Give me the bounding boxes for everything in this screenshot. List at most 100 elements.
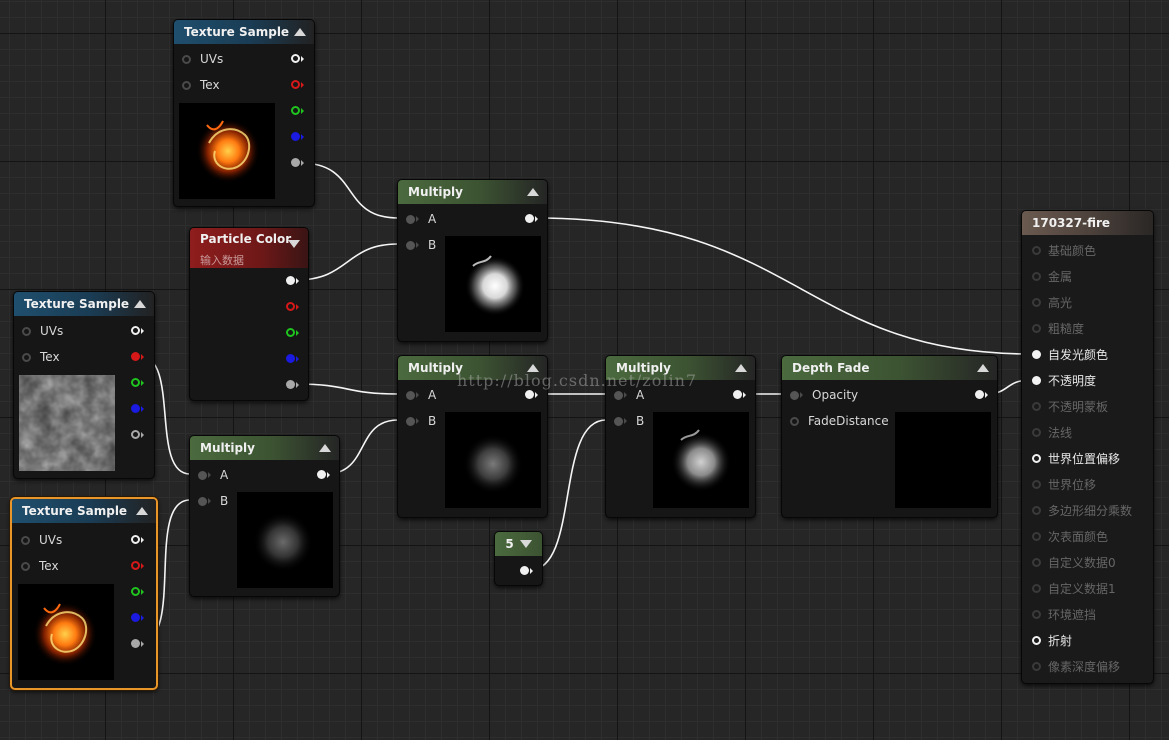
a-input-pin-icon[interactable] — [614, 390, 623, 400]
material-input-pin-icon[interactable] — [1032, 609, 1041, 619]
tex-input-pin-icon[interactable] — [22, 352, 31, 362]
material-input-pin-icon[interactable] — [1032, 557, 1041, 567]
material-input-pin-icon[interactable] — [1032, 531, 1041, 541]
material-pin-label: 自发光颜色 — [1048, 347, 1109, 362]
material-input-pin-icon[interactable] — [1032, 401, 1041, 411]
rgb-output-pin-icon[interactable] — [131, 326, 144, 335]
material-input-pin-icon[interactable] — [1032, 583, 1041, 593]
material-input-pin-icon[interactable] — [1032, 297, 1041, 307]
red-output-pin-icon[interactable] — [131, 561, 144, 570]
material-input-pin-icon[interactable] — [1032, 453, 1041, 463]
expand-arrow-icon[interactable] — [288, 240, 300, 248]
texture-sample-node-top[interactable]: Texture Sample UVs Tex — [173, 19, 315, 207]
material-pin-row: 不透明度 — [1032, 371, 1096, 389]
material-input-pin-icon[interactable] — [1032, 479, 1041, 489]
blue-output-pin-icon[interactable] — [286, 354, 299, 363]
a-input-pin-icon[interactable] — [406, 390, 415, 400]
tex-input-pin-icon[interactable] — [21, 561, 30, 571]
alpha-output-pin-icon[interactable] — [286, 380, 299, 389]
material-input-pin-icon[interactable] — [1032, 505, 1041, 515]
opacity-input-pin-icon[interactable] — [790, 390, 799, 400]
material-result-node[interactable]: 170327-fire 基础颜色 金属 高光 粗糙度 自发光颜色 不透明度 不透明蒙板 法线世… — [1021, 210, 1154, 684]
green-output-pin-icon[interactable] — [286, 328, 299, 337]
node-header[interactable]: Multiply — [398, 356, 547, 380]
a-input-pin-icon[interactable] — [198, 470, 207, 480]
rgb-output-pin-icon[interactable] — [131, 535, 144, 544]
depth-fade-node[interactable]: Depth Fade Opacity FadeDistance — [781, 355, 998, 518]
node-title: 170327-fire — [1032, 216, 1111, 230]
output-pin-icon[interactable] — [525, 214, 538, 223]
material-input-pin-icon[interactable] — [1032, 323, 1041, 333]
node-header[interactable]: Texture Sample — [174, 20, 314, 44]
texture-sample-node-middle[interactable]: Texture Sample UVs Tex — [13, 291, 155, 479]
output-pin-icon[interactable] — [733, 390, 746, 399]
blue-output-pin-icon[interactable] — [131, 613, 144, 622]
multiply-node-top[interactable]: Multiply A B — [397, 179, 548, 342]
material-input-pin-icon[interactable] — [1032, 245, 1041, 255]
red-output-pin-icon[interactable] — [131, 352, 144, 361]
b-input-pin-icon[interactable] — [406, 416, 415, 426]
material-input-pin-icon[interactable] — [1032, 635, 1041, 645]
collapse-arrow-icon[interactable] — [294, 28, 306, 36]
multiply-node-right[interactable]: Multiply A B — [605, 355, 756, 518]
material-pin-row: 环境遮挡 — [1032, 605, 1096, 623]
texture-sample-node-bottom[interactable]: Texture Sample UVs Tex — [10, 497, 158, 690]
red-output-pin-icon[interactable] — [291, 80, 304, 89]
output-pin-icon[interactable] — [317, 470, 330, 479]
output-pin-icon[interactable] — [975, 390, 988, 399]
collapse-arrow-icon[interactable] — [319, 444, 331, 452]
material-input-pin-icon[interactable] — [1032, 271, 1041, 281]
b-input-pin-icon[interactable] — [614, 416, 623, 426]
particle-color-node[interactable]: Particle Color 输入数据 — [189, 227, 309, 401]
node-header[interactable]: 170327-fire — [1022, 211, 1153, 235]
collapse-arrow-icon[interactable] — [527, 188, 539, 196]
node-header[interactable]: Multiply — [190, 436, 339, 460]
blue-output-pin-icon[interactable] — [131, 404, 144, 413]
rgb-output-pin-icon[interactable] — [291, 54, 304, 63]
collapse-arrow-icon[interactable] — [136, 507, 148, 515]
blue-output-pin-icon[interactable] — [291, 132, 304, 141]
constant-node[interactable]: 5 — [494, 531, 543, 586]
alpha-output-pin-icon[interactable] — [131, 639, 144, 648]
material-pin-label: 像素深度偏移 — [1048, 659, 1121, 674]
material-input-pin-icon[interactable] — [1032, 375, 1041, 385]
node-header[interactable]: 5 — [495, 532, 542, 556]
collapse-arrow-icon[interactable] — [527, 364, 539, 372]
material-input-pin-icon[interactable] — [1032, 349, 1041, 359]
uvs-input-pin-icon[interactable] — [182, 54, 191, 64]
rgb-output-pin-icon[interactable] — [286, 276, 299, 285]
tex-input-pin-icon[interactable] — [182, 80, 191, 90]
uvs-input-pin-icon[interactable] — [21, 535, 30, 545]
constant-value[interactable]: 5 — [505, 537, 513, 551]
multiply-node-middle[interactable]: Multiply A B — [397, 355, 548, 518]
uvs-input-pin-icon[interactable] — [22, 326, 31, 336]
expand-arrow-icon[interactable] — [519, 540, 532, 548]
pin-label: Tex — [39, 559, 59, 573]
green-output-pin-icon[interactable] — [131, 587, 144, 596]
alpha-output-pin-icon[interactable] — [131, 430, 144, 439]
fade-distance-input-pin-icon[interactable] — [790, 416, 799, 426]
red-output-pin-icon[interactable] — [286, 302, 299, 311]
output-pin-icon[interactable] — [520, 566, 533, 575]
alpha-output-pin-icon[interactable] — [291, 158, 304, 167]
node-header[interactable]: Particle Color 输入数据 — [190, 228, 308, 268]
node-subtitle: 输入数据 — [200, 254, 244, 267]
material-input-pin-icon[interactable] — [1032, 661, 1041, 671]
multiply-node-left[interactable]: Multiply A B — [189, 435, 340, 597]
node-header[interactable]: Depth Fade — [782, 356, 997, 380]
collapse-arrow-icon[interactable] — [977, 364, 989, 372]
node-header[interactable]: Texture Sample — [14, 292, 154, 316]
collapse-arrow-icon[interactable] — [134, 300, 146, 308]
pin-label: B — [428, 414, 437, 428]
a-input-pin-icon[interactable] — [406, 214, 415, 224]
node-header[interactable]: Multiply — [606, 356, 755, 380]
b-input-pin-icon[interactable] — [406, 240, 415, 250]
green-output-pin-icon[interactable] — [291, 106, 304, 115]
node-header[interactable]: Multiply — [398, 180, 547, 204]
collapse-arrow-icon[interactable] — [735, 364, 747, 372]
output-pin-icon[interactable] — [525, 390, 538, 399]
node-header[interactable]: Texture Sample — [12, 499, 156, 523]
material-input-pin-icon[interactable] — [1032, 427, 1041, 437]
green-output-pin-icon[interactable] — [131, 378, 144, 387]
b-input-pin-icon[interactable] — [198, 496, 207, 506]
